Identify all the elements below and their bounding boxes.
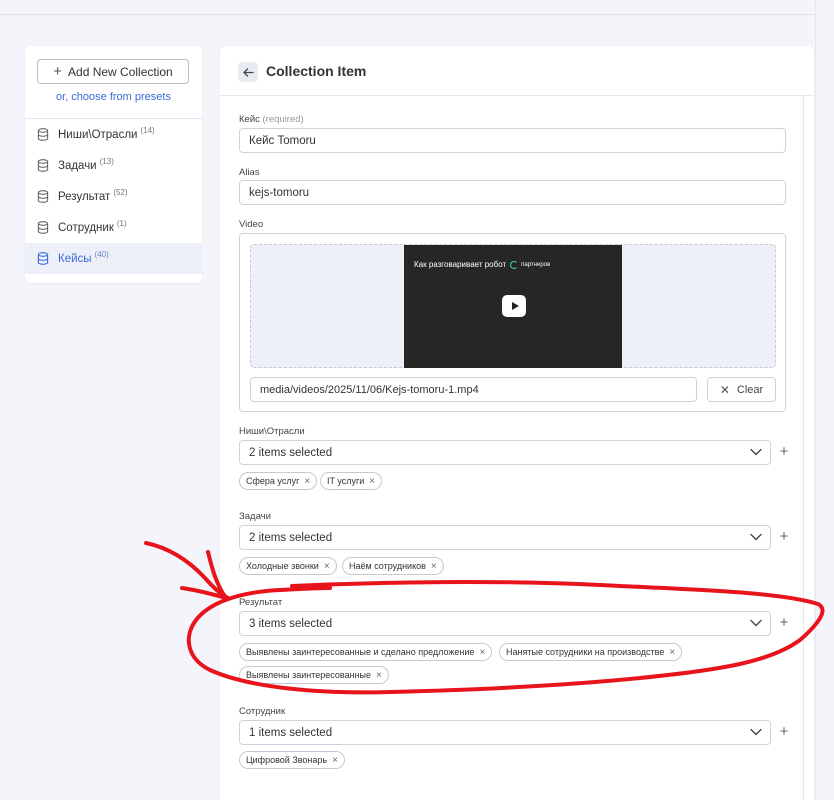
chip-label: Сфера услуг	[246, 476, 300, 486]
chevron-down-icon	[750, 448, 762, 456]
selected-chip: Выявлены заинтересованные ×	[239, 666, 389, 684]
choose-from-presets-link[interactable]: or, choose from presets	[25, 91, 202, 103]
chevron-down-icon	[750, 619, 762, 627]
employee-selected-text: 1 items selected	[249, 726, 333, 739]
chip-label: IT услуги	[327, 476, 365, 486]
database-icon	[37, 128, 49, 141]
selected-chip: IT услуги ×	[320, 472, 383, 490]
tasks-label: Задачи	[239, 511, 271, 522]
selected-chip: Наём сотрудников ×	[342, 557, 444, 575]
collections-list: Ниши\Отрасли (14) Задачи (13) Результат …	[25, 119, 202, 274]
selected-chip: Нанятые сотрудники на производстве ×	[499, 643, 683, 661]
clear-label: Clear	[736, 383, 764, 396]
collection-count: (14)	[140, 126, 155, 135]
collection-item-tasks[interactable]: Задачи (13)	[25, 150, 202, 181]
collection-item-niches[interactable]: Ниши\Отрасли (14)	[25, 119, 202, 150]
back-button[interactable]	[238, 62, 258, 82]
collection-name: Результат	[58, 190, 111, 203]
database-icon	[37, 190, 49, 203]
close-icon[interactable]: ×	[369, 476, 375, 487]
collection-count: (52)	[113, 188, 128, 197]
close-icon[interactable]: ×	[431, 561, 437, 572]
add-niche-button[interactable]: +	[777, 444, 791, 459]
collection-count: (13)	[99, 157, 114, 166]
right-gutter	[815, 0, 834, 800]
close-icon[interactable]: ×	[479, 647, 485, 658]
editor-header: Collection Item	[220, 46, 814, 96]
collection-name: Кейсы	[58, 252, 92, 265]
tasks-selected-text: 2 items selected	[249, 531, 333, 544]
add-new-collection-button[interactable]: + Add New Collection	[37, 59, 189, 84]
chip-label: Холодные звонки	[246, 561, 319, 571]
video-path-input[interactable]: media/videos/2025/11/06/Kejs-tomoru-1.mp…	[250, 377, 697, 402]
annotation-arrow-icon	[144, 541, 230, 600]
result-selected-text: 3 items selected	[249, 617, 333, 630]
video-preview-area: Как разговаривает робот партнеров	[250, 244, 776, 368]
video-player[interactable]: Как разговаривает робот партнеров	[404, 245, 622, 368]
video-caption-text: Как разговаривает робот	[414, 260, 507, 269]
result-label: Результат	[239, 597, 283, 608]
video-caption: Как разговаривает робот партнеров	[414, 260, 550, 269]
video-label: Video	[239, 219, 264, 230]
chip-label: Наём сотрудников	[349, 561, 426, 571]
play-button[interactable]	[502, 295, 526, 317]
database-icon	[37, 221, 49, 234]
case-field-label: Кейс (required)	[239, 114, 304, 125]
niches-selected-text: 2 items selected	[249, 446, 333, 459]
close-icon: ✕	[719, 382, 730, 397]
video-field: Как разговаривает робот партнеров media/…	[239, 233, 786, 412]
arrow-left-icon	[242, 67, 254, 77]
tasks-select[interactable]: 2 items selected	[239, 525, 771, 550]
alias-label: Alias	[239, 167, 260, 178]
niches-label: Ниши\Отрасли	[239, 426, 305, 437]
close-icon[interactable]: ×	[669, 647, 675, 658]
chevron-down-icon	[750, 728, 762, 736]
employee-label: Сотрудник	[239, 706, 286, 717]
top-bar	[0, 0, 834, 15]
selected-chip: Выявлены заинтересованные и сделано пред…	[239, 643, 493, 661]
add-result-button[interactable]: +	[777, 615, 791, 630]
selected-chip: Холодные звонки ×	[239, 557, 337, 575]
result-select[interactable]: 3 items selected	[239, 611, 771, 636]
case-name-input[interactable]: Кейс Tomoru	[239, 128, 786, 153]
chip-label: Выявлены заинтересованные	[246, 670, 371, 680]
close-icon[interactable]: ×	[332, 755, 338, 766]
required-marker: (required)	[262, 114, 304, 125]
database-icon	[37, 252, 49, 265]
alias-input[interactable]: kejs-tomoru	[239, 180, 786, 205]
add-employee-button[interactable]: +	[777, 724, 791, 739]
plus-icon: +	[53, 63, 63, 80]
chevron-down-icon	[750, 533, 762, 541]
scrollbar-track[interactable]	[803, 96, 804, 800]
niches-select[interactable]: 2 items selected	[239, 440, 771, 465]
case-label-text: Кейс	[239, 114, 260, 125]
close-icon[interactable]: ×	[304, 476, 310, 487]
employee-select[interactable]: 1 items selected	[239, 720, 771, 745]
collections-panel: + Add New Collection or, choose from pre…	[25, 46, 202, 283]
chip-label: Нанятые сотрудники на производстве	[506, 647, 665, 657]
collection-name: Сотрудник	[58, 221, 114, 234]
collection-item-result[interactable]: Результат (52)	[25, 181, 202, 212]
close-icon[interactable]: ×	[324, 561, 330, 572]
collection-item-editor: Collection Item Кейс (required) Кейс Tom…	[220, 46, 814, 800]
selected-chip: Цифровой Звонарь ×	[239, 751, 345, 769]
close-icon[interactable]: ×	[376, 670, 382, 681]
selected-chip: Сфера услуг ×	[239, 472, 318, 490]
clear-video-button[interactable]: ✕ Clear	[707, 377, 776, 402]
add-task-button[interactable]: +	[777, 529, 791, 544]
collection-count: (40)	[94, 250, 109, 259]
loading-spinner-icon	[510, 260, 519, 269]
collection-count: (1)	[116, 219, 127, 228]
database-icon	[37, 159, 49, 172]
add-new-collection-label: Add New Collection	[68, 64, 173, 79]
collection-item-cases[interactable]: Кейсы (40)	[25, 243, 202, 274]
collection-name: Задачи	[58, 159, 97, 172]
video-caption-partner: партнеров	[521, 261, 551, 268]
chip-label: Цифровой Звонарь	[246, 755, 328, 765]
collection-name: Ниши\Отрасли	[58, 128, 138, 141]
play-icon	[511, 302, 519, 310]
collection-item-employee[interactable]: Сотрудник (1)	[25, 212, 202, 243]
page-title: Collection Item	[266, 63, 367, 79]
chip-label: Выявлены заинтересованные и сделано пред…	[246, 647, 475, 657]
